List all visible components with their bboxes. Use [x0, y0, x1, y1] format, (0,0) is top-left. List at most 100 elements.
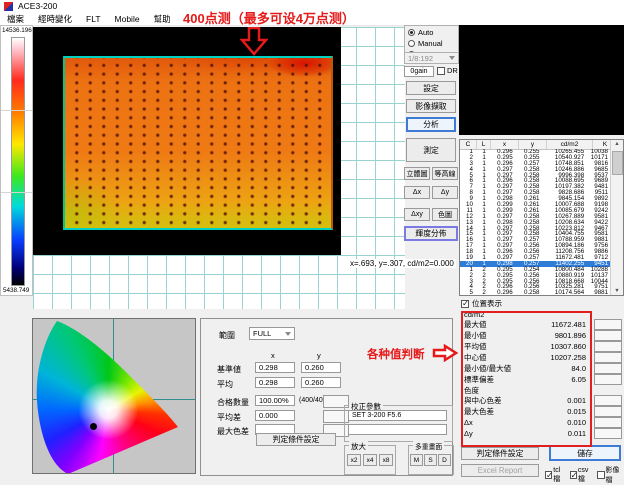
analyze-button[interactable]: 分析 [406, 117, 456, 132]
stat-row: Δx0.010 [455, 417, 624, 428]
reference-x-field[interactable]: 0.298 [255, 362, 295, 373]
stat-label: 最大色差 [464, 406, 494, 417]
checkbox-icon[interactable] [570, 471, 577, 479]
calibration-group: 校正參數 SET 3-200 F5.6 [344, 405, 453, 442]
menu-item[interactable]: Mobile [108, 14, 147, 24]
y-column-header: y [317, 351, 321, 360]
zoom-x8-button[interactable]: x8 [379, 454, 393, 466]
checkbox-icon[interactable] [545, 471, 552, 479]
stat-row: 標準偏差6.05 [455, 374, 624, 385]
heatmap-measure-area[interactable] [63, 56, 333, 230]
scroll-down-icon[interactable]: ▼ [611, 288, 623, 294]
zoom-x2-button[interactable]: x2 [347, 454, 361, 466]
pass-count-field: 100.00% [255, 395, 295, 406]
results-table: CLxycd/m2K 110.2960.25510265.45510038210… [459, 139, 624, 296]
chevron-down-icon [285, 332, 291, 336]
average-x-field[interactable]: 0.298 [255, 377, 295, 388]
checkbox-icon[interactable] [597, 471, 604, 479]
output-checkbox-tcl檔[interactable]: tcl檔 [545, 467, 566, 484]
save-button[interactable]: 儲存 [549, 445, 621, 461]
stat-value: 0.001 [567, 396, 586, 405]
menu-item[interactable]: FLT [79, 14, 107, 24]
range-dropdown[interactable]: FULL [249, 327, 295, 340]
multi-screen-D-button[interactable]: D [438, 454, 451, 466]
judge-result-box [594, 395, 622, 406]
stat-value: 11672.481 [551, 320, 586, 329]
radio-icon[interactable] [408, 40, 415, 47]
avg-diff-label: 平均差 [217, 412, 241, 423]
right-arrow-annotation-icon [432, 344, 458, 362]
range-value: FULL [253, 329, 271, 338]
max-color-diff-label: 最大色差 [217, 426, 249, 437]
radio-icon[interactable] [408, 29, 415, 36]
measure-button[interactable]: 測定 [406, 138, 456, 162]
stat-row: 最大色差0.015 [455, 406, 624, 417]
contour-button[interactable]: 等高線 [432, 167, 458, 180]
judge-condition-button[interactable]: 判定條件設定 [461, 447, 539, 460]
stat-value: 0.010 [567, 418, 586, 427]
stereo-view-button[interactable]: 立體圖 [404, 167, 430, 180]
position-display-checkbox[interactable]: 位置表示 [461, 298, 502, 309]
radio-auto[interactable]: Auto [408, 27, 458, 38]
stat-label: Δy [464, 429, 473, 438]
table-scrollbar[interactable]: ▲ ▼ [610, 140, 623, 295]
stat-label: 最小値/最大値 [464, 363, 511, 374]
window-title: ACE3-200 [18, 1, 57, 11]
stat-value: 6.05 [571, 375, 586, 384]
stat-row: 中心値10207.258 [455, 352, 624, 363]
reference-label: 基準値 [217, 364, 241, 375]
excel-report-button[interactable]: Excel Report [461, 464, 539, 477]
multi-screen-label: 多重畫面 [413, 441, 444, 451]
dr-checkbox[interactable]: DR [437, 66, 458, 75]
judge-result-box [594, 341, 622, 352]
color-map-button[interactable]: 色圖 [432, 208, 458, 221]
checkbox-icon[interactable] [437, 67, 445, 75]
menu-item[interactable]: 檔案 [0, 13, 31, 25]
scroll-up-icon[interactable]: ▲ [611, 141, 623, 147]
table-header-cell: C [460, 140, 477, 149]
table-cell: 2 [476, 290, 489, 295]
settings-button[interactable]: 設定 [406, 81, 456, 95]
colorbar-tick [1, 192, 32, 193]
table-header-cell: x [491, 140, 519, 149]
checkbox-icon[interactable] [461, 300, 469, 308]
menu-item[interactable]: 經時變化 [31, 13, 79, 25]
multi-screen-buttons: MSD [410, 454, 451, 466]
stat-label: 最大値 [464, 319, 487, 330]
delta-y-button[interactable]: Δy [432, 186, 458, 199]
camera-preview-display [459, 25, 624, 135]
output-checkbox-影像檔[interactable]: 影像檔 [597, 465, 624, 485]
multi-screen-S-button[interactable]: S [424, 454, 437, 466]
range-judgment-panel: 範圍 FULL x y 基準値 0.298 0.260 平均 0.298 0.2… [200, 318, 453, 476]
menu-item[interactable]: 幫助 [147, 13, 178, 25]
calibration-value-field: SET 3-200 F5.6 [348, 410, 447, 421]
average-y-field[interactable]: 0.260 [301, 377, 341, 388]
x-column-header: x [271, 351, 275, 360]
heatmap-background[interactable] [33, 27, 341, 255]
delta-xy-button[interactable]: Δxy [404, 208, 430, 221]
radio-label: Auto [418, 28, 433, 37]
stat-label: 與中心色差 [464, 395, 502, 406]
zoom-x4-button[interactable]: x4 [363, 454, 377, 466]
table-header-cell: cd/m2 [547, 140, 593, 149]
colorbar-tick [1, 110, 32, 111]
table-body: 110.2960.25510265.45510038210.2950.25510… [460, 149, 611, 295]
output-checkbox-csv檔[interactable]: csv檔 [570, 467, 594, 484]
gain-input[interactable]: 0gain [404, 66, 434, 77]
zoom-buttons: x2x4x8 [347, 454, 393, 466]
exposure-dropdown[interactable]: 1/8:192 [404, 52, 459, 64]
reference-y-field[interactable]: 0.260 [301, 362, 341, 373]
scrollbar-thumb[interactable] [612, 151, 623, 175]
judge-condition-button[interactable]: 判定條件設定 [256, 433, 336, 446]
image-capture-button[interactable]: 影像擷取 [406, 99, 456, 113]
judge-result-box [594, 406, 622, 417]
table-row[interactable]: 520.2960.25810174.5649881 [460, 290, 611, 295]
output-checkbox-label: tcl檔 [553, 467, 565, 484]
radio-manual[interactable]: Manual [408, 38, 458, 49]
calibration-value2-field [348, 424, 447, 435]
multi-screen-M-button[interactable]: M [410, 454, 423, 466]
luminance-distribution-button[interactable]: 輝度分佈 [404, 226, 458, 241]
cursor-status-text: x=.693, y=.307, cd/m2=0.000 [348, 259, 456, 268]
annotation-side-note: 各种值判断 [367, 346, 425, 362]
delta-x-button[interactable]: Δx [404, 186, 430, 199]
